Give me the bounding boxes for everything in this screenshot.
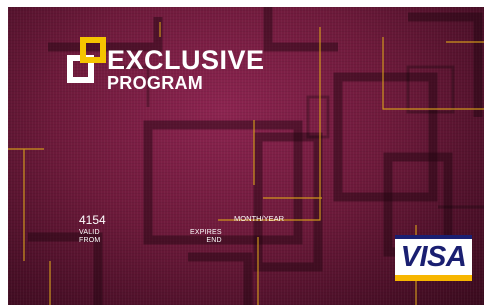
visa-top-band	[395, 235, 472, 239]
visa-wordmark: VISA	[400, 241, 467, 273]
credit-card: EXCLUSIVE PROGRAM 4154 VALID FROM EXPIRE…	[8, 7, 484, 305]
logo-subtitle: PROGRAM	[107, 73, 204, 93]
visa-logo: VISA	[395, 235, 472, 281]
expires-end-label: EXPIRES END	[190, 229, 222, 245]
valid-from-label: VALID FROM	[79, 229, 101, 245]
card-number: 4154	[79, 213, 106, 227]
visa-bottom-band	[395, 275, 472, 281]
month-year-label: MONTH/YEAR	[234, 214, 285, 223]
logo-title: EXCLUSIVE	[107, 45, 265, 75]
interlocked-squares-logo-icon	[67, 37, 106, 83]
